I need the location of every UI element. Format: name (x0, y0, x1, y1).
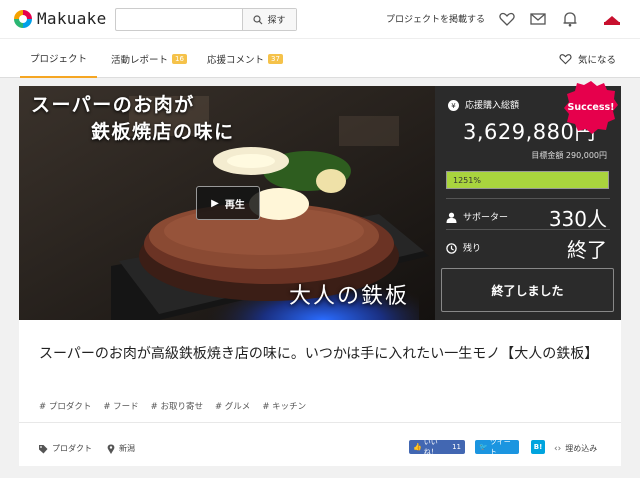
hero-title-line2: 鉄板焼店の味に (91, 121, 235, 143)
section-divider (19, 422, 621, 423)
project-title: スーパーのお肉が高級鉄板焼き店の味に。いつかは手に入れたい一生モノ【大人の鉄板】 (39, 346, 599, 362)
project-hero-image[interactable]: スーパーのお肉が 鉄板焼店の味に 大人の鉄板 ▶ 再生 (19, 86, 435, 320)
tab-activity-report[interactable]: 活動レポート 16 (111, 39, 187, 78)
bell-icon[interactable] (561, 10, 579, 28)
project-ended-button[interactable]: 終了しました (441, 268, 614, 312)
play-video-button[interactable]: ▶ 再生 (196, 186, 260, 220)
tab-activity-report-label: 活動レポート (111, 54, 169, 66)
hatena-label: B! (533, 443, 543, 451)
tab-project[interactable]: プロジェクト (20, 39, 97, 78)
site-header: Makuake 探す プロジェクトを掲載する (0, 0, 640, 38)
tag-icon (39, 444, 48, 453)
category-link[interactable]: プロダクト (38, 443, 92, 454)
remaining-label: 残り (463, 244, 482, 254)
supporters-count: 330人 (548, 207, 607, 231)
location-link[interactable]: 新潟 (107, 443, 135, 454)
raised-label: 応援購入総額 (465, 101, 520, 111)
tab-support-comments[interactable]: 応援コメント 37 (207, 39, 283, 78)
yen-icon: ¥ (448, 100, 459, 111)
tag-link[interactable]: # キッチン (262, 400, 306, 412)
tag-list: # プロダクト # フード # お取り寄せ # グルメ # キッチン (39, 400, 306, 412)
search-button[interactable]: 探す (242, 9, 296, 30)
search-box: 探す (115, 8, 297, 31)
code-icon: ‹› (554, 443, 562, 454)
play-label: 再生 (224, 199, 245, 211)
logo-mark-icon (14, 9, 32, 28)
success-badge-text: Success! (568, 102, 615, 113)
panel-divider (446, 229, 610, 230)
support-comments-count-badge: 37 (268, 53, 283, 64)
tweet-button[interactable]: 🐦 ツイート (475, 438, 519, 456)
raised-label-row: ¥ 応援購入総額 (448, 98, 519, 111)
goal-amount: 目標金額 290,000円 (531, 151, 607, 160)
remaining-value: 終了 (567, 238, 607, 262)
remaining-label-row: 残り (446, 241, 481, 254)
progress-bar-fill: 1251% (447, 172, 608, 188)
heart-icon[interactable] (498, 10, 516, 28)
supporters-label-row: サポーター (446, 210, 508, 223)
makuake-logo[interactable]: Makuake (14, 9, 107, 28)
progress-bar: 1251% (446, 171, 609, 189)
mail-icon[interactable] (529, 10, 547, 28)
search-button-label: 探す (267, 16, 286, 26)
tag-link[interactable]: # グルメ (215, 400, 250, 412)
like-count: 11 (452, 443, 461, 451)
post-project-link[interactable]: プロジェクトを掲載する (386, 12, 485, 25)
supporters-label: サポーター (463, 213, 509, 223)
play-icon: ▶ (211, 197, 219, 209)
search-input[interactable] (116, 9, 242, 30)
logo-text: Makuake (37, 9, 107, 28)
tag-link[interactable]: # お取り寄せ (151, 400, 203, 412)
heart-outline-icon (559, 54, 572, 65)
embed-label: 埋め込み (565, 444, 598, 453)
project-tabs: プロジェクト 活動レポート 16 応援コメント 37 気になる (0, 38, 640, 78)
twitter-bird-icon: 🐦 (479, 443, 488, 451)
hero-title: スーパーのお肉が 鉄板焼店の味に (31, 92, 235, 146)
tag-link[interactable]: # プロダクト (39, 400, 91, 412)
embed-button[interactable]: ‹› 埋め込み (554, 443, 597, 454)
user-avatar-icon[interactable] (601, 10, 623, 28)
project-card: スーパーのお肉が 鉄板焼店の味に 大人の鉄板 ▶ 再生 ¥ 応援購入総額 3,62… (19, 86, 621, 466)
activity-report-count-badge: 16 (172, 53, 187, 64)
facebook-like-button[interactable]: 👍 いいね！ 11 (409, 438, 465, 456)
location-label: 新潟 (119, 444, 135, 453)
tab-support-comments-label: 応援コメント (207, 54, 265, 66)
favorite-button[interactable]: 気になる (558, 52, 616, 66)
favorite-label: 気になる (577, 55, 616, 66)
person-icon (446, 212, 457, 223)
clock-icon (446, 243, 457, 254)
hero-caption: 大人の鉄板 (288, 284, 409, 309)
success-badge: Success! (564, 81, 618, 134)
tweet-label: ツイート (489, 438, 511, 456)
tag-link[interactable]: # フード (103, 400, 138, 412)
category-label: プロダクト (52, 444, 92, 453)
hatena-bookmark-button[interactable]: B! (531, 440, 545, 454)
hero-title-line1: スーパーのお肉が (31, 94, 195, 116)
like-label: いいね！ (423, 438, 438, 456)
search-icon (253, 14, 263, 24)
location-pin-icon (107, 444, 115, 454)
panel-divider (446, 198, 610, 199)
tab-project-label: プロジェクト (29, 53, 87, 65)
thumbs-up-icon: 👍 (413, 443, 422, 451)
progress-label: 1251% (453, 175, 481, 185)
